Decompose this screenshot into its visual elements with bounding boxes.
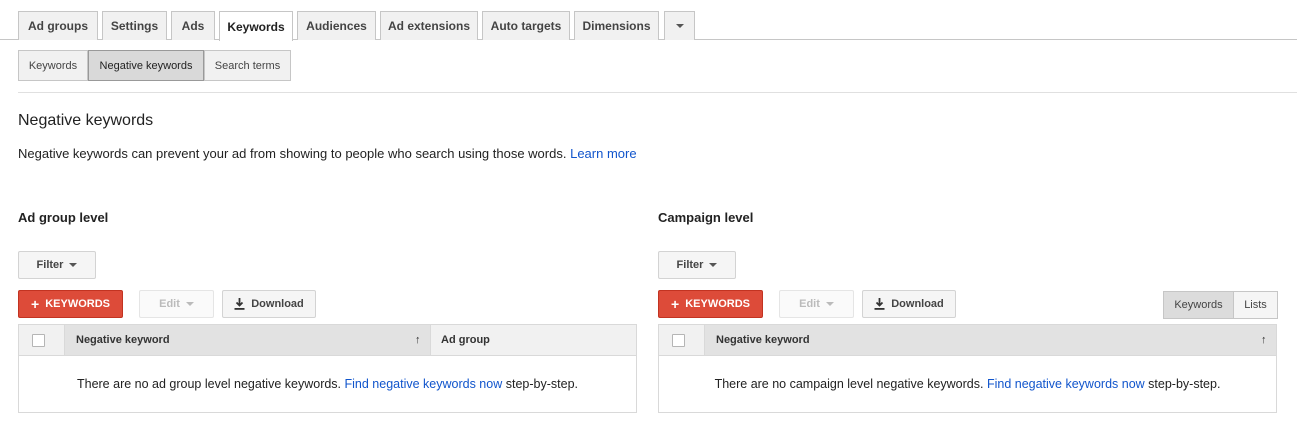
learn-more-link[interactable]: Learn more <box>570 146 636 161</box>
chevron-down-icon <box>69 263 78 267</box>
empty-state-suffix: step-by-step. <box>1148 377 1221 391</box>
section-divider <box>18 92 1297 93</box>
chevron-down-icon <box>185 302 194 306</box>
tab-ads[interactable]: Ads <box>171 11 215 40</box>
view-toggle-lists[interactable]: Lists <box>1233 291 1278 319</box>
column-header-negative-keyword[interactable]: Negative keyword <box>705 325 1276 355</box>
sort-up-icon: ↑ <box>415 334 421 346</box>
campaign-edit-button[interactable]: Edit <box>779 290 854 318</box>
tab-keywords[interactable]: Keywords <box>219 11 293 41</box>
tab-ad-extensions[interactable]: Ad extensions <box>380 11 478 40</box>
page-description: Negative keywords can prevent your ad fr… <box>18 146 637 161</box>
main-tab-bar: Ad groups Settings Ads Keywords Audience… <box>0 0 1297 41</box>
column-header-ad-group[interactable]: Ad group <box>430 325 636 355</box>
subtab-keywords[interactable]: Keywords <box>18 50 88 81</box>
campaign-level-title: Campaign level <box>658 210 754 225</box>
subtab-negative-keywords[interactable]: Negative keywords <box>88 50 204 81</box>
ad-group-level-title: Ad group level <box>18 210 109 225</box>
empty-state-text: There are no campaign level negative key… <box>714 377 984 391</box>
description-text: Negative keywords can prevent your ad fr… <box>18 146 567 161</box>
empty-state-suffix: step-by-step. <box>505 377 578 391</box>
plus-icon: + <box>671 296 680 312</box>
filter-label: Filter <box>676 259 704 271</box>
find-negative-keywords-link[interactable]: Find negative keywords now <box>345 377 503 391</box>
filter-label: Filter <box>36 259 64 271</box>
ad-group-filter-button[interactable]: Filter <box>18 251 96 279</box>
tab-ad-groups[interactable]: Ad groups <box>18 11 98 40</box>
ad-group-add-keywords-button[interactable]: + KEYWORDS <box>18 290 123 318</box>
ad-group-edit-button[interactable]: Edit <box>139 290 214 318</box>
campaign-filter-button[interactable]: Filter <box>658 251 736 279</box>
campaign-negative-keywords-table: Negative keyword ↑ There are no campaign… <box>658 324 1277 413</box>
plus-icon: + <box>31 296 40 312</box>
campaign-add-keywords-button[interactable]: + KEYWORDS <box>658 290 763 318</box>
add-keywords-label: KEYWORDS <box>685 298 750 310</box>
select-all-checkbox[interactable] <box>32 334 45 347</box>
empty-state-message: There are no campaign level negative key… <box>659 377 1276 391</box>
view-toggle-keywords[interactable]: Keywords <box>1163 291 1234 319</box>
chevron-down-icon <box>675 24 684 28</box>
empty-state-message: There are no ad group level negative key… <box>19 377 636 391</box>
download-label: Download <box>891 298 944 310</box>
table-header: Negative keyword ↑ <box>659 325 1276 356</box>
campaign-download-button[interactable]: Download <box>862 290 956 318</box>
download-icon <box>874 298 885 310</box>
tab-dimensions[interactable]: Dimensions <box>574 11 659 40</box>
more-tabs-button[interactable] <box>664 11 695 40</box>
chevron-down-icon <box>825 302 834 306</box>
add-keywords-label: KEYWORDS <box>45 298 110 310</box>
ad-group-negative-keywords-table: Negative keyword ↑ Ad group There are no… <box>18 324 637 413</box>
select-all-checkbox[interactable] <box>672 334 685 347</box>
find-negative-keywords-link[interactable]: Find negative keywords now <box>987 377 1145 391</box>
page-title: Negative keywords <box>18 112 154 129</box>
chevron-down-icon <box>709 263 718 267</box>
table-header: Negative keyword ↑ Ad group <box>19 325 636 356</box>
download-icon <box>234 298 245 310</box>
empty-state-text: There are no ad group level negative key… <box>76 377 342 391</box>
column-header-negative-keyword[interactable]: Negative keyword <box>65 325 430 355</box>
download-label: Download <box>251 298 304 310</box>
edit-label: Edit <box>159 298 180 310</box>
edit-label: Edit <box>799 298 820 310</box>
tab-auto-targets[interactable]: Auto targets <box>482 11 570 40</box>
tab-audiences[interactable]: Audiences <box>297 11 376 40</box>
sort-up-icon: ↑ <box>1261 334 1267 346</box>
tab-settings[interactable]: Settings <box>102 11 167 40</box>
ad-group-download-button[interactable]: Download <box>222 290 316 318</box>
subtab-search-terms[interactable]: Search terms <box>204 50 291 81</box>
